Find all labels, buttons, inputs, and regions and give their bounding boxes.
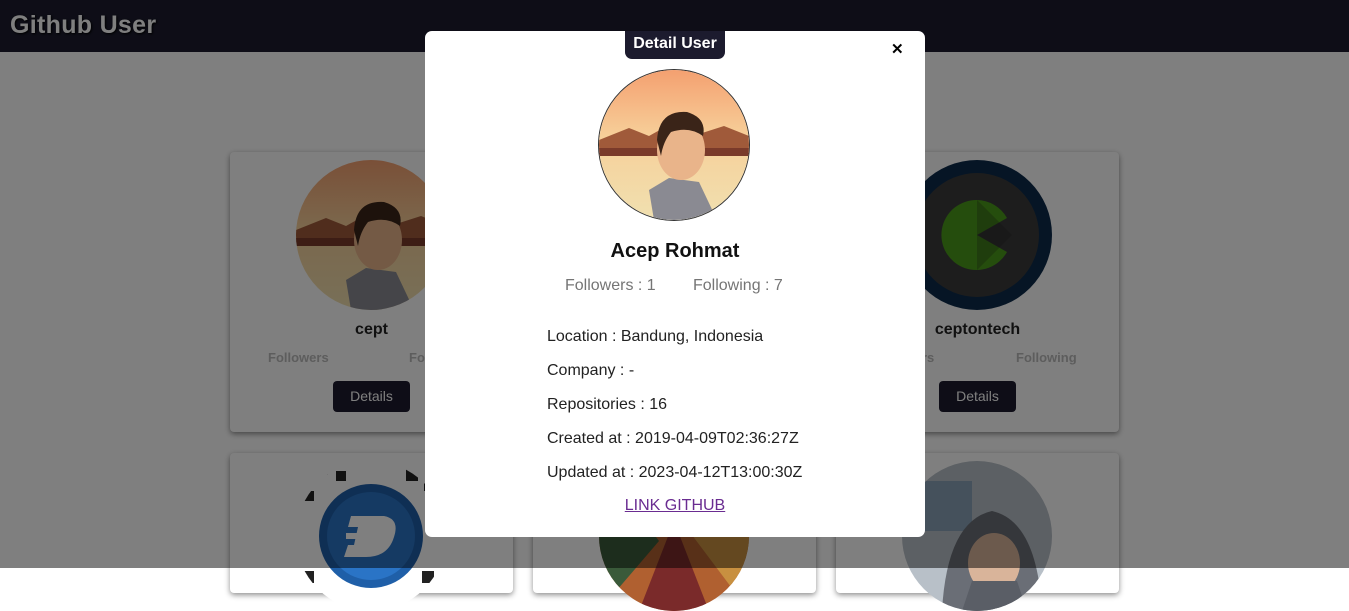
- avatar-illustration: [599, 70, 749, 220]
- modal-link-container: LINK GITHUB: [425, 497, 925, 515]
- modal-company: Company : -: [547, 362, 635, 379]
- close-glyph: ✕: [891, 41, 904, 58]
- close-icon[interactable]: ✕: [891, 40, 904, 58]
- detail-user-modal: Detail User ✕ Acep Rohmat Followers : 1 …: [425, 31, 925, 537]
- modal-location: Location : Bandung, Indonesia: [547, 328, 764, 345]
- github-link[interactable]: LINK GITHUB: [625, 497, 725, 514]
- modal-following: Following : 7: [693, 277, 783, 294]
- modal-avatar: [598, 69, 750, 221]
- modal-created-at: Created at : 2019-04-09T02:36:27Z: [547, 430, 799, 447]
- modal-title: Detail User: [625, 31, 725, 59]
- modal-followers: Followers : 1: [565, 277, 656, 294]
- modal-repositories: Repositories : 16: [547, 396, 668, 413]
- modal-user-name: Acep Rohmat: [610, 240, 740, 262]
- modal-updated-at: Updated at : 2023-04-12T13:00:30Z: [547, 464, 803, 481]
